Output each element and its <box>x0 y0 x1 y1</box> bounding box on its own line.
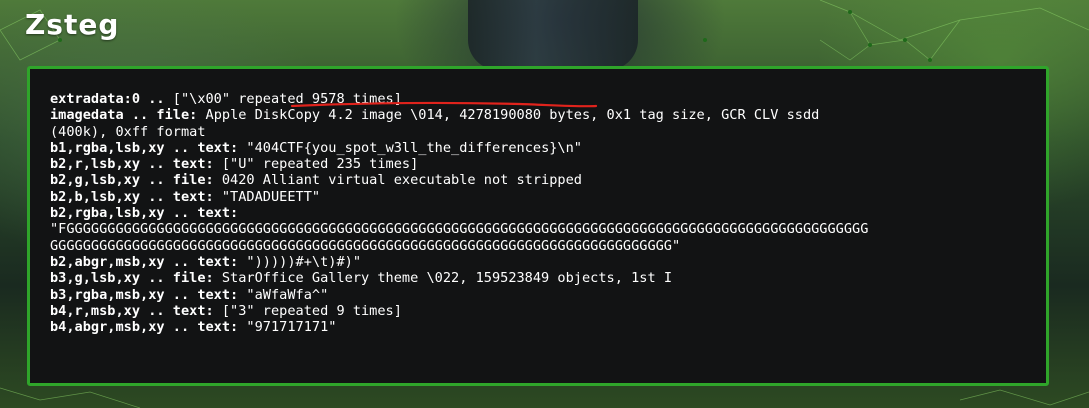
output-line-key: b4,r,msb,xy .. text: <box>50 302 214 319</box>
output-line-key: b2,abgr,msb,xy .. text: <box>50 253 239 270</box>
output-line: GGGGGGGGGGGGGGGGGGGGGGGGGGGGGGGGGGGGGGGG… <box>50 238 1026 254</box>
output-line: (400k), 0xff format <box>50 124 1026 140</box>
output-line: b2,rgba,lsb,xy .. text: <box>50 205 1026 221</box>
output-line: b2,b,lsb,xy .. text: "TADADUEETT" <box>50 189 1026 205</box>
output-line: b3,g,lsb,xy .. file: StarOffice Gallery … <box>50 270 1026 286</box>
output-line-key: imagedata .. file: <box>50 107 198 124</box>
output-line-value: GGGGGGGGGGGGGGGGGGGGGGGGGGGGGGGGGGGGGGGG… <box>50 237 681 254</box>
output-line: b2,r,lsb,xy .. text: ["U" repeated 235 t… <box>50 156 1026 172</box>
output-line: b4,r,msb,xy .. text: ["3" repeated 9 tim… <box>50 303 1026 319</box>
output-line: b1,rgba,lsb,xy .. text: "404CTF{you_spot… <box>50 140 1026 156</box>
output-line-key: b2,r,lsb,xy .. text: <box>50 156 214 173</box>
output-line-key: b4,abgr,msb,xy .. text: <box>50 319 239 336</box>
output-line-value: "aWfaWfa^" <box>238 286 329 303</box>
output-line-value: "404CTF{you_spot_w3ll_the_differences}\n… <box>238 139 582 156</box>
output-lines: extradata:0 .. ["\x00" repeated 9578 tim… <box>50 91 1026 335</box>
output-line-value: ["U" repeated 235 times] <box>213 156 419 173</box>
output-line-value: "TADADUEETT" <box>213 188 321 205</box>
output-line: b2,g,lsb,xy .. file: 0420 Alliant virtua… <box>50 172 1026 188</box>
output-line: b2,abgr,msb,xy .. text: ")))))#+\t)#)" <box>50 254 1026 270</box>
output-line-value: 0420 Alliant virtual executable not stri… <box>213 172 582 189</box>
output-line-value: (400k), 0xff format <box>50 123 206 140</box>
output-line-value: ")))))#+\t)#)" <box>238 253 362 270</box>
highlight-underline <box>290 101 598 108</box>
output-line-key: b2,g,lsb,xy .. file: <box>50 172 214 189</box>
output-line-key: b3,rgba,msb,xy .. text: <box>50 286 239 303</box>
output-line-key: b2,b,lsb,xy .. text: <box>50 188 214 205</box>
zsteg-output-panel: extradata:0 .. ["\x00" repeated 9578 tim… <box>27 66 1049 386</box>
output-line: "FGGGGGGGGGGGGGGGGGGGGGGGGGGGGGGGGGGGGGG… <box>50 221 1026 237</box>
output-line-key: b1,rgba,lsb,xy .. text: <box>50 139 239 156</box>
output-line-key: extradata:0 .. <box>50 91 165 107</box>
output-line-value: StarOffice Gallery theme \022, 159523849… <box>213 270 672 287</box>
output-line-key: b2,rgba,lsb,xy .. text: <box>50 205 239 222</box>
output-line: b3,rgba,msb,xy .. text: "aWfaWfa^" <box>50 287 1026 303</box>
output-line-key: b3,g,lsb,xy .. file: <box>50 270 214 287</box>
output-line-value: "FGGGGGGGGGGGGGGGGGGGGGGGGGGGGGGGGGGGGGG… <box>50 221 869 238</box>
output-line-value: "971717171" <box>238 319 337 336</box>
page-title: Zsteg <box>25 8 120 41</box>
output-line-value: ["3" repeated 9 times] <box>213 302 402 319</box>
output-line: b4,abgr,msb,xy .. text: "971717171" <box>50 319 1026 335</box>
